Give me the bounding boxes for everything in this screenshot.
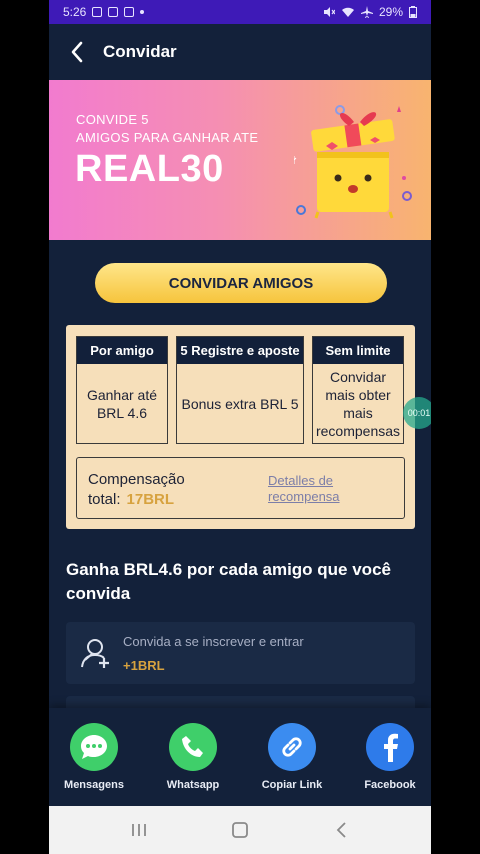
- reward-details-link[interactable]: Detalles de recompensa: [268, 473, 340, 505]
- step-label: Convida a se inscrever e entrar: [123, 634, 304, 649]
- invite-friends-button[interactable]: CONVIDAR AMIGOS: [95, 263, 387, 303]
- battery-icon: [409, 6, 417, 18]
- phone-icon: [169, 723, 217, 771]
- status-left: 5:26: [63, 5, 145, 19]
- back-chevron-icon: [336, 822, 346, 838]
- notification-icon: [108, 7, 119, 17]
- app-header: Convidar: [49, 24, 431, 80]
- tier-title: Por amigo: [77, 337, 167, 364]
- share-label: Facebook: [364, 779, 416, 791]
- share-facebook-button[interactable]: Facebook: [345, 723, 431, 791]
- step-card: Convida a se inscrever e entrar +1BRL: [66, 622, 415, 684]
- tier-title: 5 Registre e aposte: [177, 337, 303, 364]
- compensation-total-row: total: 17BRL: [88, 491, 174, 508]
- banner-line-1: CONVIDE 5: [76, 112, 149, 127]
- compensation-label: Compensação: [88, 471, 185, 488]
- share-label: Copiar Link: [261, 779, 323, 791]
- tier-description: Ganhar até BRL 4.6: [86, 387, 158, 421]
- banner-line-2: AMIGOS PARA GANHAR ATE: [76, 130, 259, 145]
- tier-title: Sem limite: [313, 337, 403, 364]
- gift-box-illustration: [294, 105, 412, 219]
- share-copy-link-button[interactable]: Copiar Link: [247, 723, 337, 791]
- status-time: 5:26: [63, 5, 87, 19]
- reward-details-line-1: Detalles de: [268, 473, 334, 488]
- reward-details-line-2: recompensa: [268, 489, 340, 504]
- more-notifications-icon: [140, 10, 145, 14]
- back-button[interactable]: [65, 40, 89, 64]
- airplane-icon: [360, 6, 373, 18]
- timer-badge: 00:01: [403, 397, 431, 429]
- tier-card: Por amigo Ganhar até BRL 4.6: [76, 336, 168, 444]
- share-label: Whatsapp: [166, 779, 220, 791]
- back-arrow-icon: [71, 41, 83, 63]
- tier-card: Sem limite Convidar mais obter mais reco…: [312, 336, 404, 444]
- banner-amount: REAL30: [75, 148, 224, 190]
- notification-icon: [124, 7, 135, 17]
- rewards-panel: Por amigo Ganhar até BRL 4.6 5 Registre …: [66, 325, 415, 529]
- recent-apps-button[interactable]: [119, 810, 159, 850]
- share-bar: Mensagens Whatsapp Copiar Link Facebook: [49, 708, 431, 806]
- section-headline: Ganha BRL4.6 por cada amigo que você con…: [66, 560, 391, 603]
- step-reward: +1BRL: [123, 658, 165, 673]
- share-label: Mensagens: [64, 779, 124, 791]
- status-bar: 5:26 29%: [49, 0, 431, 24]
- link-icon: [268, 723, 316, 771]
- tier-card: 5 Registre e aposte Bonus extra BRL 5: [176, 336, 304, 444]
- home-icon: [232, 822, 248, 838]
- status-right: 29%: [323, 5, 417, 19]
- compensation-value: 17BRL: [126, 491, 175, 508]
- system-back-button[interactable]: [321, 810, 361, 850]
- mute-icon: [323, 7, 335, 17]
- page-title: Convidar: [103, 42, 177, 61]
- recent-apps-icon: [132, 824, 147, 836]
- tier-description: Convidar mais obter mais recompensas: [315, 369, 401, 439]
- battery-percent: 29%: [378, 5, 403, 19]
- phone-screen: 5:26 29% Convidar CONVIDE 5 AMIGOS PARA …: [49, 0, 431, 854]
- compensation-box: Compensação total: 17BRL Detalles de reco…: [76, 457, 405, 519]
- chat-bubble-icon: [70, 723, 118, 771]
- compensation-total-label: total:: [88, 491, 121, 508]
- home-button[interactable]: [220, 810, 260, 850]
- add-user-icon: [81, 639, 109, 668]
- notification-icon: [92, 7, 103, 17]
- facebook-icon: [366, 723, 414, 771]
- system-nav-bar: [49, 806, 431, 854]
- share-whatsapp-button[interactable]: Whatsapp: [148, 723, 238, 791]
- promo-banner: CONVIDE 5 AMIGOS PARA GANHAR ATE REAL30: [49, 80, 431, 240]
- wifi-icon: [341, 7, 354, 17]
- share-messages-button[interactable]: Mensagens: [49, 723, 139, 791]
- tier-description: Bonus extra BRL 5: [181, 396, 299, 412]
